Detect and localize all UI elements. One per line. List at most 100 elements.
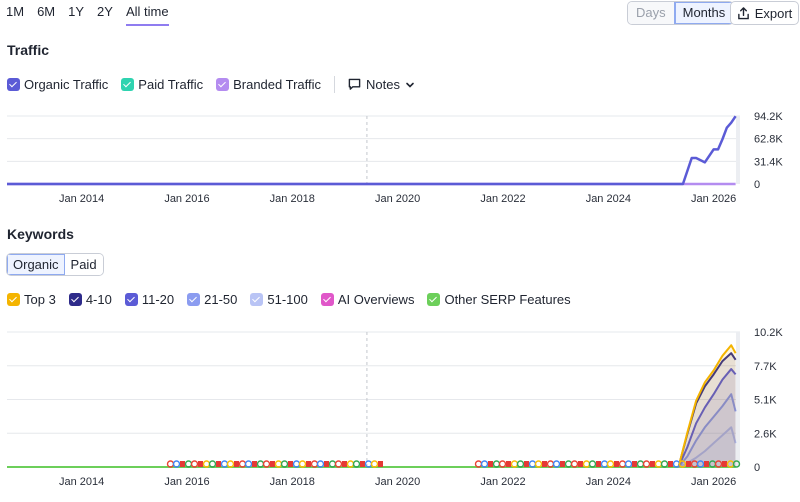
- serp-feature-marker: [560, 461, 565, 467]
- legend-top-3[interactable]: Top 3: [7, 292, 56, 307]
- x-tick-label: Jan 2026: [691, 193, 736, 205]
- serp-feature-marker: [722, 461, 727, 467]
- y-tick-label: 2.6K: [754, 428, 777, 440]
- range-1y[interactable]: 1Y: [68, 4, 91, 26]
- divider: [334, 76, 336, 93]
- serp-feature-marker: [650, 461, 655, 467]
- export-label: Export: [754, 5, 793, 21]
- x-tick-label: Jan 2018: [270, 193, 315, 205]
- serp-feature-marker: [342, 461, 347, 467]
- serp-feature-marker: [288, 461, 293, 467]
- series-line: [7, 115, 737, 186]
- legend-label: 21-50: [204, 292, 238, 307]
- legend-branded-traffic[interactable]: Branded Traffic: [216, 77, 321, 92]
- legend-paid-traffic[interactable]: Paid Traffic: [121, 77, 203, 92]
- notes-icon: [348, 78, 361, 90]
- legend-label: Top 3: [24, 292, 56, 307]
- y-tick-label: 5.1K: [754, 395, 777, 407]
- x-tick-label: Jan 2020: [375, 193, 420, 205]
- legend-label: Paid Traffic: [138, 77, 204, 92]
- x-tick-label: Jan 2022: [480, 193, 525, 205]
- x-tick-label: Jan 2016: [164, 193, 209, 205]
- checkbox-icon: [7, 78, 20, 91]
- legend-other-serp-features[interactable]: Other SERP Features: [427, 292, 571, 307]
- serp-feature-marker: [542, 461, 547, 467]
- checkbox-icon: [187, 293, 201, 306]
- serp-feature-marker: [360, 461, 365, 467]
- serp-feature-marker: [578, 461, 583, 467]
- x-tick-label: Jan 2026: [691, 476, 736, 488]
- serp-feature-marker: [378, 461, 383, 467]
- x-tick-label: Jan 2014: [59, 476, 104, 488]
- serp-feature-marker: [306, 461, 311, 467]
- legend-51-100[interactable]: 51-100: [250, 292, 308, 307]
- y-tick-label: 0: [754, 462, 760, 474]
- serp-feature-marker: [506, 461, 511, 467]
- y-tick-label: 31.4K: [754, 156, 783, 168]
- checkbox-icon: [124, 293, 138, 306]
- legend-label: Organic Traffic: [24, 77, 109, 92]
- legend-ai-overviews[interactable]: AI Overviews: [320, 292, 415, 307]
- serp-feature-marker: [180, 461, 185, 467]
- legend-organic-traffic[interactable]: Organic Traffic: [7, 77, 108, 92]
- keywords-title: Keywords: [7, 226, 74, 242]
- y-tick-label: 0: [754, 179, 760, 191]
- checkbox-icon: [68, 293, 82, 306]
- range-1m[interactable]: 1M: [6, 4, 31, 26]
- traffic-title: Traffic: [7, 42, 50, 58]
- keywords-legend: Top 3 4-10 11-20 21-50 51-100 AI Overvie…: [7, 292, 584, 307]
- tab-paid[interactable]: Paid: [64, 254, 103, 275]
- x-tick-label: Jan 2022: [480, 476, 525, 488]
- checkbox-icon: [7, 293, 20, 306]
- keywords-chart: 10.2K 7.7K 5.1K 2.6K 0 Jan 2014 Jan 2016 Jan 20…: [7, 327, 783, 488]
- checkbox-icon: [250, 293, 264, 306]
- legend-11-20[interactable]: 11-20: [124, 292, 175, 307]
- serp-feature-marker: [668, 461, 673, 467]
- traffic-chart: 94.2K 62.8K 31.4K 0 Jan 2014 Jan 2016 Jan 2018…: [7, 111, 783, 205]
- serp-feature-marker: [524, 461, 529, 467]
- notes-dropdown[interactable]: Notes: [348, 77, 415, 92]
- y-tick-label: 94.2K: [754, 111, 783, 123]
- x-tick-label: Jan 2024: [586, 476, 631, 488]
- days-button[interactable]: Days: [628, 2, 674, 24]
- export-button[interactable]: Export: [730, 1, 799, 25]
- checkbox-icon: [427, 293, 441, 306]
- notes-label: Notes: [366, 77, 400, 92]
- y-tick-label: 62.8K: [754, 134, 783, 146]
- current-period-band: [736, 116, 740, 184]
- series-area: [678, 345, 736, 467]
- serp-feature-marker: [270, 461, 275, 467]
- serp-feature-marker: [596, 461, 601, 467]
- x-tick-label: Jan 2018: [270, 476, 315, 488]
- legend-4-10[interactable]: 4-10: [68, 292, 112, 307]
- x-tick-label: Jan 2014: [59, 193, 104, 205]
- legend-label: Other SERP Features: [444, 292, 571, 307]
- serp-feature-marker: [252, 461, 257, 467]
- legend-label: 4-10: [85, 292, 112, 307]
- legend-label: Branded Traffic: [233, 77, 322, 92]
- range-6m[interactable]: 6M: [37, 4, 62, 26]
- date-range-selector: 1M 6M 1Y 2Y All time: [6, 4, 175, 26]
- serp-feature-marker: [488, 461, 493, 467]
- granularity-toggle: Days Months: [627, 1, 735, 25]
- export-icon: [737, 6, 749, 19]
- serp-feature-marker: [632, 461, 637, 467]
- keywords-type-toggle: Organic Paid: [6, 253, 104, 276]
- current-period-band: [736, 332, 740, 467]
- checkbox-icon: [121, 78, 135, 91]
- months-button[interactable]: Months: [673, 2, 734, 24]
- x-tick-label: Jan 2024: [586, 193, 631, 205]
- tab-organic[interactable]: Organic: [7, 254, 65, 275]
- serp-feature-marker: [704, 461, 709, 467]
- chevron-down-icon: [406, 82, 414, 88]
- serp-feature-marker: [614, 461, 619, 467]
- range-2y[interactable]: 2Y: [97, 4, 120, 26]
- range-all-time[interactable]: All time: [125, 4, 169, 26]
- legend-label: 51-100: [267, 292, 308, 307]
- legend-label: AI Overviews: [337, 292, 415, 307]
- legend-21-50[interactable]: 21-50: [187, 292, 237, 307]
- traffic-legend: Organic Traffic Paid Traffic Branded Tra…: [7, 76, 415, 93]
- serp-feature-marker: [234, 461, 239, 467]
- checkbox-icon: [216, 78, 230, 91]
- legend-label: 11-20: [141, 292, 175, 307]
